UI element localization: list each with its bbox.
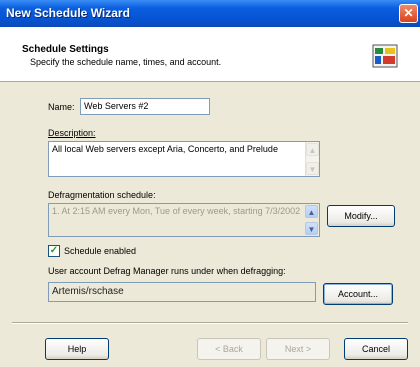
modify-button[interactable]: Modify... xyxy=(327,205,395,227)
description-scrollbar[interactable]: ▲ ▼ xyxy=(305,142,319,176)
schedule-enabled-checkbox[interactable]: ✓ xyxy=(48,245,60,257)
title-bar: New Schedule Wizard ✕ xyxy=(0,0,420,27)
wizard-window: New Schedule Wizard ✕ Schedule Settings … xyxy=(0,0,420,367)
wizard-header: Schedule Settings Specify the schedule n… xyxy=(0,27,420,82)
schedule-entry: 1. At 2:15 AM every Mon, Tue of every we… xyxy=(52,206,301,216)
name-field[interactable]: Web Servers #2 xyxy=(80,98,210,115)
scroll-up-icon[interactable]: ▲ xyxy=(306,143,319,156)
account-field: Artemis/rschase xyxy=(48,282,316,302)
page-subtitle: Specify the schedule name, times, and ac… xyxy=(30,57,222,67)
description-field[interactable]: All local Web servers except Aria, Conce… xyxy=(48,141,320,177)
name-label: Name: xyxy=(48,102,75,112)
page-title: Schedule Settings xyxy=(22,44,109,55)
schedule-label: Defragmentation schedule: xyxy=(48,190,156,200)
account-button[interactable]: Account... xyxy=(323,283,393,305)
schedule-enabled-label: Schedule enabled xyxy=(64,246,137,256)
schedule-wizard-icon xyxy=(372,44,398,68)
back-button[interactable]: < Back xyxy=(197,338,261,360)
help-button[interactable]: Help xyxy=(45,338,109,360)
scroll-down-icon[interactable]: ▼ xyxy=(306,162,319,175)
description-text: All local Web servers except Aria, Conce… xyxy=(52,144,278,154)
close-button[interactable]: ✕ xyxy=(399,4,418,23)
cancel-button[interactable]: Cancel xyxy=(344,338,408,360)
account-label: User account Defrag Manager runs under w… xyxy=(48,266,286,276)
schedule-list[interactable]: 1. At 2:15 AM every Mon, Tue of every we… xyxy=(48,203,320,237)
window-title: New Schedule Wizard xyxy=(6,6,130,20)
scroll-down-icon[interactable]: ▼ xyxy=(305,222,318,235)
description-label: Description: xyxy=(48,128,96,138)
next-button[interactable]: Next > xyxy=(266,338,330,360)
close-icon: ✕ xyxy=(403,6,414,20)
footer-divider xyxy=(12,322,408,324)
schedule-scrollbar[interactable]: ▲ ▼ xyxy=(305,204,319,236)
scroll-up-icon[interactable]: ▲ xyxy=(305,205,318,218)
checkmark-icon: ✓ xyxy=(49,245,59,256)
